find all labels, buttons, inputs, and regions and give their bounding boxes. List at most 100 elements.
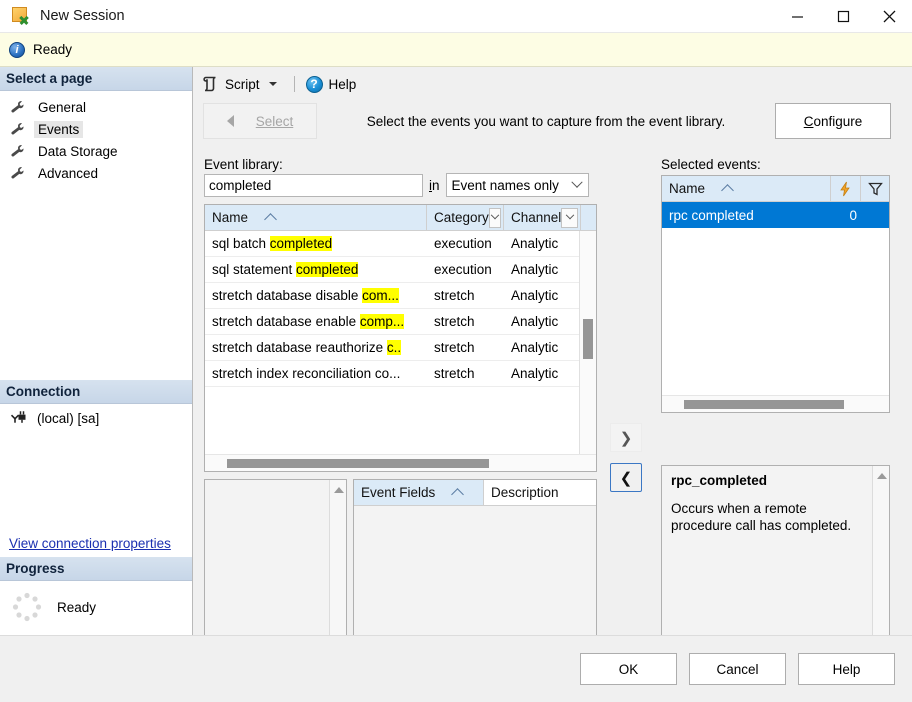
event-library-label: Event library: (204, 157, 283, 172)
column-header-category[interactable]: Category (427, 205, 504, 230)
sidebar-item-label: Events (34, 120, 84, 138)
ok-button[interactable]: OK (580, 653, 677, 685)
cell-name: sql batch completed (212, 236, 333, 251)
scrollbar-thumb[interactable] (583, 319, 593, 359)
arrow-up-icon[interactable] (334, 487, 344, 493)
selected-events-label: Selected events: (661, 157, 761, 172)
event-fields-header: Event Fields Description (354, 480, 596, 506)
chevron-right-icon: ❯ (610, 423, 642, 452)
lightning-icon (840, 181, 850, 196)
sidebar-item-advanced[interactable]: Advanced (0, 162, 192, 184)
script-label: Script (225, 76, 260, 92)
content-pane: Script ? Help Select Select the events y… (193, 67, 912, 675)
table-row[interactable]: stretch database enable comp... stretch … (205, 309, 596, 335)
help-label: Help (328, 76, 357, 92)
cell-channel: Analytic (511, 366, 559, 381)
column-header-channel[interactable]: Channel (504, 205, 581, 230)
table-row[interactable]: stretch index reconciliation co... stret… (205, 361, 596, 387)
channel-filter-button[interactable] (561, 207, 578, 228)
maximize-button[interactable] (820, 0, 866, 33)
status-infobar: i Ready (0, 33, 912, 67)
info-icon: i (9, 41, 25, 58)
column-header-actions[interactable] (831, 176, 861, 201)
connection-server: (local) [sa] (0, 404, 192, 426)
in-label: in (429, 177, 440, 193)
wrench-icon (11, 100, 24, 113)
sidebar-item-label: General (38, 99, 87, 115)
add-event-button[interactable]: ❯ (610, 423, 642, 452)
cell-category: execution (434, 236, 492, 251)
column-header-description[interactable]: Description (484, 480, 596, 505)
table-row[interactable]: stretch database disable com... stretch … (205, 283, 596, 309)
sidebar: Select a page General Events Data Storag… (0, 67, 193, 635)
wrench-icon (11, 166, 24, 179)
triangle-left-icon (226, 115, 234, 127)
dialog-footer: OK Cancel Help (0, 635, 912, 702)
description-title: rpc_completed (671, 473, 768, 488)
chevron-down-icon (490, 210, 500, 219)
sidebar-item-general[interactable]: General (0, 96, 192, 118)
close-button[interactable] (866, 0, 912, 33)
help-button[interactable]: ? Help (302, 74, 361, 95)
spinner-icon (12, 592, 42, 622)
event-library-horizontal-scrollbar[interactable] (205, 454, 596, 471)
select-back-button[interactable]: Select (203, 103, 317, 139)
script-icon (203, 76, 216, 91)
connection-server-label: (local) [sa] (37, 410, 100, 426)
sidebar-item-data-storage[interactable]: Data Storage (0, 140, 192, 162)
scrollbar-thumb[interactable] (227, 459, 489, 468)
event-library-vertical-scrollbar[interactable] (579, 231, 596, 454)
help-button-footer[interactable]: Help (798, 653, 895, 685)
scrollbar-thumb[interactable] (684, 400, 844, 409)
page-toolbar: Script ? Help (193, 67, 912, 97)
column-header-filter[interactable] (861, 176, 889, 201)
table-row[interactable]: rpc completed 0 (662, 202, 889, 228)
table-row[interactable]: stretch database reauthorize c.. stretch… (205, 335, 596, 361)
session-icon (11, 6, 31, 26)
cell-channel: Analytic (511, 288, 559, 303)
chevron-left-icon: ❮ (610, 463, 642, 492)
select-back-label: Select (255, 113, 294, 129)
caret-down-icon[interactable] (268, 82, 277, 86)
event-library-grid[interactable]: Name Category Channel sql batch complete… (204, 204, 597, 472)
configure-label: Configure (803, 113, 863, 129)
minimize-button[interactable] (774, 0, 820, 33)
cell-name: stretch index reconciliation co... (212, 366, 401, 381)
column-header-name[interactable]: Name (662, 176, 831, 201)
sort-ascending-icon (451, 488, 465, 501)
sidebar-item-label: Advanced (38, 165, 99, 181)
sidebar-item-events[interactable]: Events (0, 118, 192, 140)
configure-label-rest: onfigure (813, 113, 863, 129)
wrench-icon (11, 144, 24, 157)
progress-header: Progress (0, 557, 192, 581)
filter-icon (867, 182, 883, 196)
sidebar-header: Select a page (0, 67, 192, 91)
chevron-down-icon (565, 210, 574, 219)
sidebar-page-list: General Events Data Storage Advanced (0, 91, 192, 184)
search-scope-value: Event names only (451, 177, 559, 193)
remove-event-button[interactable]: ❮ (610, 463, 642, 492)
selected-events-grid[interactable]: Name rpc completed 0 (661, 175, 890, 413)
progress-status: Ready (57, 599, 97, 615)
category-filter-button[interactable] (488, 207, 501, 228)
toolbar-separator (293, 76, 295, 92)
table-row[interactable]: sql statement completed execution Analyt… (205, 257, 596, 283)
sidebar-item-label: Data Storage (38, 143, 118, 159)
cell-channel: Analytic (511, 314, 559, 329)
column-header-event-fields[interactable]: Event Fields (354, 480, 484, 505)
column-header-name[interactable]: Name (205, 205, 427, 230)
cancel-button[interactable]: Cancel (689, 653, 786, 685)
wrench-icon (11, 122, 24, 135)
script-button[interactable]: Script (199, 74, 287, 95)
arrow-up-icon[interactable] (877, 473, 887, 479)
selected-events-horizontal-scrollbar[interactable] (662, 395, 889, 412)
event-library-rows: sql batch completed execution Analytic s… (205, 231, 596, 387)
cell-channel: Analytic (511, 236, 559, 251)
cell-name: stretch database reauthorize c.. (212, 340, 402, 355)
search-scope-select[interactable]: Event names only (445, 173, 589, 197)
configure-button[interactable]: Configure (775, 103, 891, 139)
table-row[interactable]: sql batch completed execution Analytic (205, 231, 596, 257)
cell-name: rpc completed (669, 207, 754, 223)
search-input[interactable]: completed (204, 173, 423, 197)
view-connection-properties-link[interactable]: View connection properties (0, 536, 192, 557)
